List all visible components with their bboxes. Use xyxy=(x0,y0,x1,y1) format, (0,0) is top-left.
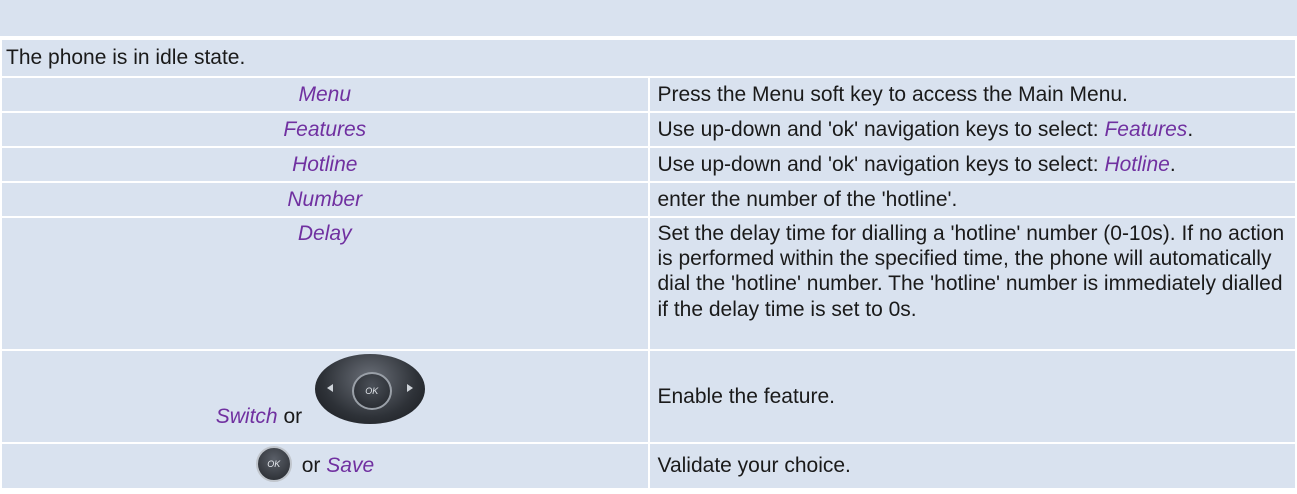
desc-emphasis: Features xyxy=(1104,117,1188,141)
save-label: Save xyxy=(326,454,375,477)
table-row: Features Use up-down and 'ok' navigation… xyxy=(0,111,1297,148)
switch-label: Switch xyxy=(215,405,278,428)
top-band xyxy=(0,0,1297,38)
step-desc-save: Validate your choice. xyxy=(647,442,1297,490)
table-row: Delay Set the delay time for dialling a … xyxy=(0,216,1297,351)
table-row: Menu Press the Menu soft key to access t… xyxy=(0,76,1297,113)
table-row: Switch or OK Enable the feature. xyxy=(0,349,1297,444)
step-key-features: Features xyxy=(0,111,650,148)
procedure-table: The phone is in idle state. Menu Press t… xyxy=(0,38,1297,490)
desc-emphasis: Hotline xyxy=(1104,152,1170,176)
step-key-number: Number xyxy=(0,181,650,218)
ok-center-label: OK xyxy=(351,372,392,410)
step-desc-delay: Set the delay time for dialling a 'hotli… xyxy=(647,216,1297,351)
save-key-text: or Save xyxy=(302,454,374,478)
desc-suffix: . xyxy=(1169,152,1176,176)
step-desc-features: Use up-down and 'ok' navigation keys to … xyxy=(647,111,1297,148)
right-arrow-icon xyxy=(406,384,413,392)
procedure-table-container: The phone is in idle state. Menu Press t… xyxy=(0,0,1297,494)
step-desc-menu: Press the Menu soft key to access the Ma… xyxy=(647,76,1297,113)
ok-button-icon: OK xyxy=(255,446,292,482)
step-key-save: OK or Save xyxy=(0,442,650,490)
desc-suffix: . xyxy=(1187,117,1194,141)
or-label: or xyxy=(301,454,327,477)
or-label: or xyxy=(277,405,303,428)
step-key-delay: Delay xyxy=(0,216,650,351)
left-arrow-icon xyxy=(326,384,333,392)
step-key-hotline: Hotline xyxy=(0,146,650,183)
step-desc-switch: Enable the feature. xyxy=(647,349,1297,444)
step-key-menu: Menu xyxy=(0,76,650,113)
table-row: Number enter the number of the 'hotline'… xyxy=(0,181,1297,218)
table-row: OK or Save Validate your choice. xyxy=(0,442,1297,490)
desc-text: Use up-down and 'ok' navigation keys to … xyxy=(657,152,1105,176)
desc-text: Use up-down and 'ok' navigation keys to … xyxy=(657,117,1105,141)
switch-key-text: Switch or xyxy=(216,405,302,429)
switch-key-cell: Switch or OK xyxy=(160,351,490,436)
table-row: Hotline Use up-down and 'ok' navigation … xyxy=(0,146,1297,183)
step-key-switch: Switch or OK xyxy=(0,349,650,444)
save-key-cell: OK or Save xyxy=(160,444,490,482)
navigation-keypad-icon: OK xyxy=(314,354,425,424)
step-desc-hotline: Use up-down and 'ok' navigation keys to … xyxy=(647,146,1297,183)
step-desc-number: enter the number of the 'hotline'. xyxy=(647,181,1297,218)
table-header-row: The phone is in idle state. xyxy=(0,38,1297,78)
header-text: The phone is in idle state. xyxy=(0,38,1297,78)
